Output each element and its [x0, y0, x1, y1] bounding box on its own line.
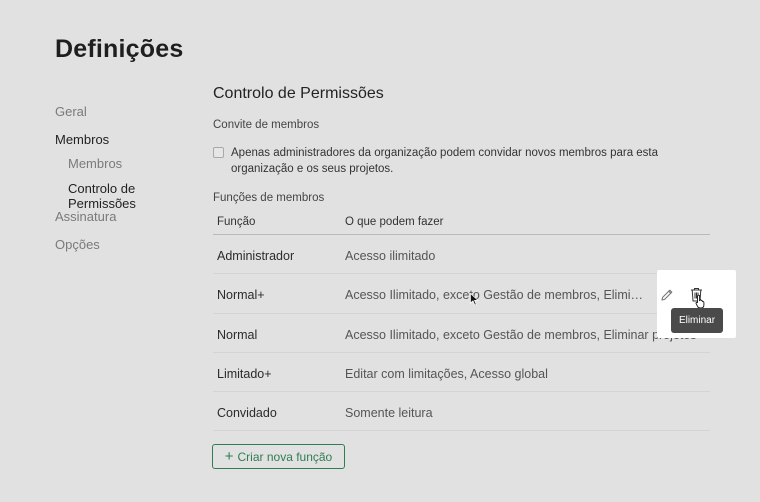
role-name: Convidado	[217, 406, 277, 421]
create-role-button[interactable]: + Criar nova função	[212, 444, 345, 469]
delete-tooltip: Eliminar	[671, 308, 723, 333]
sidebar-item-members[interactable]: Membros	[55, 132, 109, 147]
roles-table: Função O que podem fazer Administrador A…	[213, 212, 710, 432]
pencil-icon[interactable]	[660, 288, 674, 302]
hand-cursor-icon	[695, 294, 705, 309]
role-name: Normal	[217, 327, 258, 342]
column-header-role: Função	[217, 216, 256, 228]
invite-admin-only-text: Apenas administradores da organização po…	[231, 147, 659, 175]
role-name: Limitado+	[217, 366, 272, 381]
table-row[interactable]: Administrador Acesso ilimitado	[213, 235, 710, 275]
page-title: Definições	[55, 35, 184, 63]
role-permissions: Acesso ilimitado	[345, 249, 436, 263]
table-row[interactable]: Normal Acesso Ilimitado, exceto Gestão d…	[213, 314, 710, 353]
table-row[interactable]: Limitado+ Editar com limitações, Acesso …	[213, 353, 710, 393]
member-roles-label: Funções de membros	[213, 192, 325, 204]
sidebar-item-subscription[interactable]: Assinatura	[55, 209, 116, 224]
table-row[interactable]: Normal+ Acesso Ilimitado, exceto Gestão …	[213, 274, 710, 314]
role-permissions: Somente leitura	[345, 406, 433, 421]
invite-admin-only-checkbox[interactable]	[213, 147, 224, 158]
sidebar-item-options[interactable]: Opções	[55, 237, 100, 252]
sidebar-subitem-permission-control[interactable]: Controlo de Permissões	[68, 181, 178, 211]
role-permissions: Acesso Ilimitado, exceto Gestão de membr…	[345, 288, 645, 303]
invite-members-label: Convite de membros	[213, 119, 320, 131]
create-role-label: Criar nova função	[237, 449, 333, 464]
role-permissions: Editar com limitações, Acesso global	[345, 366, 548, 381]
table-row[interactable]: Convidado Somente leitura	[213, 392, 710, 432]
section-title: Controlo de Permissões	[213, 85, 384, 102]
role-name: Normal+	[217, 288, 265, 303]
table-header: Função O que podem fazer	[213, 212, 710, 235]
sidebar-item-general[interactable]: Geral	[55, 104, 87, 119]
arrow-cursor-icon	[470, 293, 479, 306]
plus-icon: +	[224, 448, 234, 465]
role-permissions: Acesso Ilimitado, exceto Gestão de membr…	[345, 327, 697, 342]
row-actions-panel: Eliminar	[657, 270, 736, 338]
sidebar-subitem-members[interactable]: Membros	[68, 156, 122, 171]
role-name: Administrador	[217, 249, 295, 263]
column-header-permissions: O que podem fazer	[345, 216, 444, 228]
